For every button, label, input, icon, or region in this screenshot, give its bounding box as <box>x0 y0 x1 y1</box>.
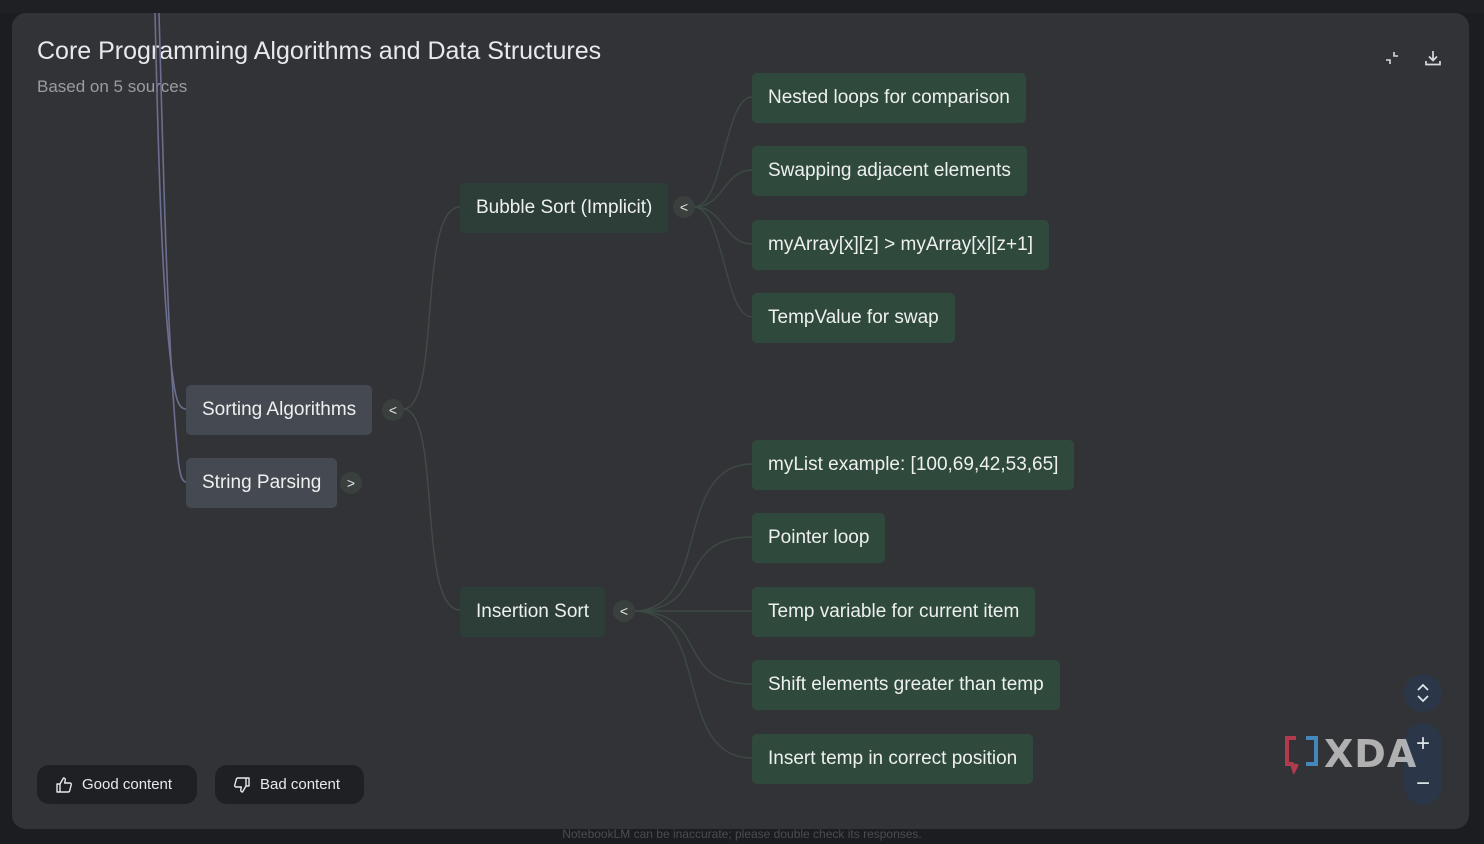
window-top-strip <box>0 0 1484 13</box>
leaf-pointer-loop[interactable]: Pointer loop <box>752 513 886 563</box>
thumbs-up-icon <box>56 776 72 793</box>
bad-content-button[interactable]: Bad content <box>215 765 364 804</box>
footer-disclaimer: NotebookLM can be inaccurate; please dou… <box>562 827 922 841</box>
collapse-toggle-bubble-sort[interactable]: < <box>673 196 695 218</box>
leaf-temp-variable[interactable]: Temp variable for current item <box>752 587 1036 637</box>
collapse-toggle-sorting[interactable]: < <box>382 399 404 421</box>
thumbs-down-icon <box>234 776 250 793</box>
xda-watermark: XDA <box>1284 732 1417 776</box>
xda-logo-bracket-icon <box>1285 736 1318 774</box>
expand-all-button[interactable] <box>1404 674 1442 712</box>
collapse-toggle-insertion-sort[interactable]: < <box>613 600 635 622</box>
minus-icon: − <box>1415 770 1430 797</box>
node-string-parsing[interactable]: String Parsing <box>186 458 338 508</box>
node-sorting-algorithms[interactable]: Sorting Algorithms <box>186 385 373 435</box>
node-bubble-sort[interactable]: Bubble Sort (Implicit) <box>460 183 669 233</box>
mindmap-panel: Core Programming Algorithms and Data Str… <box>12 13 1469 829</box>
leaf-nested-loops[interactable]: Nested loops for comparison <box>752 73 1026 123</box>
plus-icon: + <box>1415 730 1430 757</box>
leaf-swapping-adjacent[interactable]: Swapping adjacent elements <box>752 146 1027 196</box>
leaf-tempvalue-swap[interactable]: TempValue for swap <box>752 293 955 343</box>
expand-toggle-string-parsing[interactable]: > <box>340 472 362 494</box>
leaf-shift-elements[interactable]: Shift elements greater than temp <box>752 660 1060 710</box>
leaf-array-compare[interactable]: myArray[x][z] > myArray[x][z+1] <box>752 220 1049 270</box>
bad-content-label: Bad content <box>260 776 341 793</box>
xda-watermark-text: XDA <box>1324 732 1418 776</box>
good-content-label: Good content <box>82 776 173 793</box>
leaf-mylist-example[interactable]: myList example: [100,69,42,53,65] <box>752 440 1075 490</box>
node-insertion-sort[interactable]: Insertion Sort <box>460 587 605 637</box>
good-content-button[interactable]: Good content <box>37 765 197 804</box>
leaf-insert-temp[interactable]: Insert temp in correct position <box>752 734 1034 784</box>
expand-vertical-icon <box>1417 683 1429 703</box>
